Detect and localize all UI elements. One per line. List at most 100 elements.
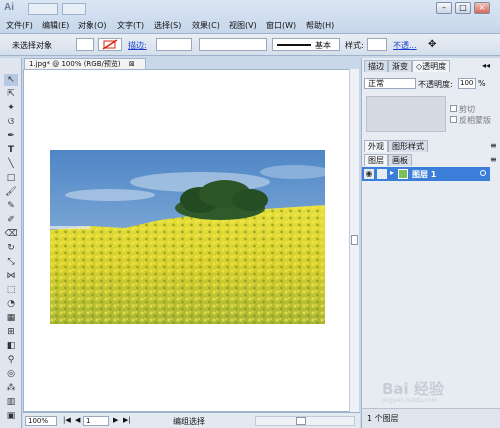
opacity-label: 不透明度: (418, 80, 453, 89)
last-page-icon[interactable]: ▶| (123, 416, 131, 424)
stroke-weight-select[interactable] (156, 38, 192, 51)
perspective-grid-tool-icon[interactable]: ▦ (4, 312, 18, 324)
first-page-icon[interactable]: |◀ (63, 416, 71, 424)
tab-appearance[interactable]: 外观 (364, 140, 388, 152)
selection-tool-icon[interactable]: ↖ (4, 74, 18, 86)
layer-name[interactable]: 图层 1 (412, 169, 436, 180)
menu-window[interactable]: 窗口(W) (266, 20, 296, 31)
brush-name: 基本 (315, 41, 331, 50)
menu-effect[interactable]: 效果(C) (192, 20, 220, 31)
document-title: 1.jpg* @ 100% (RGB/预览) (29, 60, 121, 68)
eyedropper-tool-icon[interactable]: ⚲ (4, 354, 18, 366)
column-graph-tool-icon[interactable]: ▥ (4, 396, 18, 408)
scale-tool-icon[interactable]: ⤡ (4, 256, 18, 268)
title-bar: Ai – □ × 文件(F) 编辑(E) 对象(O) 文字(T) 选择(S) 效… (0, 0, 500, 34)
layer-thumbnail (398, 169, 408, 179)
bridge-button[interactable] (28, 3, 58, 15)
watermark: Bai 经验 jingyan.baidu.com (382, 378, 494, 408)
target-circle-icon[interactable] (480, 170, 486, 176)
screen-mode-icon[interactable]: ▣ (4, 410, 18, 422)
invert-mask-label: 反相蒙版 (459, 116, 491, 125)
vertical-scroll-thumb[interactable] (351, 235, 358, 245)
app-logo: Ai (4, 2, 14, 13)
prev-page-icon[interactable]: ◀ (75, 416, 80, 424)
style-label: 样式: (345, 41, 364, 50)
variable-width-select[interactable] (199, 38, 267, 51)
brush-definition-select[interactable]: 基本 (272, 38, 340, 51)
blend-tool-icon[interactable]: ◎ (4, 368, 18, 380)
rectangle-tool-icon[interactable]: □ (4, 172, 18, 184)
recolor-artwork-icon[interactable]: ✥ (428, 39, 436, 50)
line-tool-icon[interactable]: ╲ (4, 158, 18, 170)
blob-brush-tool-icon[interactable]: ✐ (4, 214, 18, 226)
horizontal-scroll-thumb[interactable] (296, 417, 306, 425)
selection-status: 未选择对象 (12, 41, 52, 50)
fill-swatch[interactable] (76, 38, 94, 51)
document-close-icon[interactable]: ⊠ (129, 60, 135, 68)
blend-mode-value: 正常 (368, 79, 384, 88)
shape-builder-tool-icon[interactable]: ◔ (4, 298, 18, 310)
tab-transparency[interactable]: ◇透明度 (412, 60, 451, 72)
tools-panel: ↖ ⇱ ✦ ଓ ✒ T ╲ □ 🖌 ✎ ✐ ⌫ ↻ ⤡ ⋈ ⬚ ◔ ▦ ⊞ ◧ … (0, 58, 22, 428)
expand-layer-icon[interactable]: ▸ (390, 168, 394, 177)
tab-graphic-styles[interactable]: 图形样式 (388, 140, 428, 152)
eraser-tool-icon[interactable]: ⌫ (4, 228, 18, 240)
menu-edit[interactable]: 编辑(E) (42, 20, 69, 31)
brush-stroke-preview (277, 44, 311, 46)
opacity-unit: % (478, 79, 486, 88)
next-page-icon[interactable]: ▶ (113, 416, 118, 424)
pencil-tool-icon[interactable]: ✎ (4, 200, 18, 212)
menu-view[interactable]: 视图(V) (229, 20, 257, 31)
direct-selection-tool-icon[interactable]: ⇱ (4, 88, 18, 100)
tab-artboards[interactable]: 画板 (388, 154, 412, 166)
style-select[interactable] (367, 38, 387, 51)
tab-layers[interactable]: 图层 (364, 154, 388, 166)
clip-checkbox[interactable] (450, 105, 457, 112)
panel-menu-icon[interactable]: ≡ (490, 141, 497, 150)
pen-tool-icon[interactable]: ✒ (4, 130, 18, 142)
panel-collapse-icon[interactable]: ◂◂ (482, 61, 490, 70)
document-tab[interactable]: 1.jpg* @ 100% (RGB/预览) ⊠ (24, 58, 146, 69)
magic-wand-tool-icon[interactable]: ✦ (4, 102, 18, 114)
stroke-link[interactable]: 描边: (128, 40, 147, 51)
maximize-button[interactable]: □ (455, 2, 471, 14)
rotate-tool-icon[interactable]: ↻ (4, 242, 18, 254)
invert-mask-checkbox[interactable] (450, 116, 457, 123)
placed-image[interactable] (50, 150, 325, 324)
horizontal-scrollbar[interactable] (255, 416, 355, 426)
tab-gradient[interactable]: 渐变 (388, 60, 412, 72)
opacity-mask-thumbnail[interactable] (366, 96, 446, 132)
menu-type[interactable]: 文字(T) (117, 20, 144, 31)
visibility-eye-icon[interactable]: ◉ (364, 169, 374, 179)
lock-toggle[interactable] (377, 169, 387, 179)
symbol-sprayer-tool-icon[interactable]: ⁂ (4, 382, 18, 394)
minimize-button[interactable]: – (436, 2, 452, 14)
free-transform-tool-icon[interactable]: ⬚ (4, 284, 18, 296)
width-tool-icon[interactable]: ⋈ (4, 270, 18, 282)
menu-select[interactable]: 选择(S) (154, 20, 181, 31)
close-button[interactable]: × (474, 2, 490, 14)
lasso-tool-icon[interactable]: ଓ (4, 116, 18, 128)
layer-row[interactable]: ◉ ▸ 图层 1 (362, 167, 490, 181)
type-tool-icon[interactable]: T (4, 144, 18, 156)
menu-help[interactable]: 帮助(H) (306, 20, 334, 31)
layers-menu-icon[interactable]: ≡ (490, 155, 497, 164)
status-bar: 100% |◀ ◀ 1 ▶ ▶| 编组选择 (23, 412, 360, 428)
page-select[interactable]: 1 (83, 416, 109, 426)
paintbrush-tool-icon[interactable]: 🖌 (4, 186, 18, 198)
tab-stroke[interactable]: 描边 (364, 60, 388, 72)
zoom-select[interactable]: 100% (25, 416, 57, 426)
opacity-input[interactable]: 100 (458, 78, 476, 89)
watermark-text: Bai 经验 (382, 380, 444, 398)
menu-object[interactable]: 对象(O) (78, 20, 107, 31)
page-value: 1 (86, 417, 91, 425)
mesh-tool-icon[interactable]: ⊞ (4, 326, 18, 338)
blend-mode-select[interactable]: 正常 (364, 78, 416, 89)
gradient-tool-icon[interactable]: ◧ (4, 340, 18, 352)
menu-file[interactable]: 文件(F) (6, 20, 33, 31)
opacity-link[interactable]: 不透... (393, 40, 417, 51)
vertical-scrollbar[interactable] (349, 69, 359, 412)
stroke-swatch[interactable] (98, 38, 122, 51)
arrange-documents-button[interactable] (62, 3, 86, 15)
control-bar: 未选择对象 描边: 基本 样式: 不透... ✥ (0, 34, 500, 56)
